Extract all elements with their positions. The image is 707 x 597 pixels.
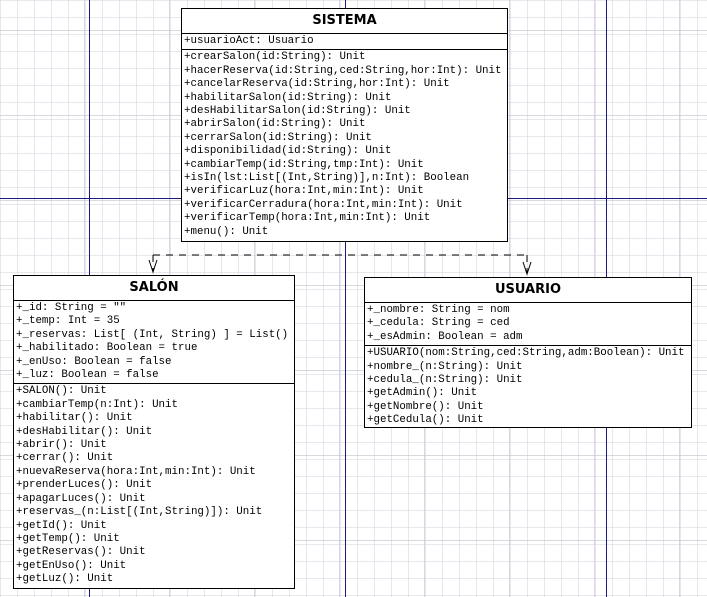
method-row: +getEnUso(): Unit	[16, 559, 127, 572]
method-row: +verificarLuz(hora:Int,min:Int): Unit	[184, 185, 424, 198]
attribute-row: +_enUso: Boolean = false	[16, 355, 172, 368]
class-name: USUARIO	[365, 278, 691, 303]
method-row: +SALON(): Unit	[16, 385, 107, 398]
method-row: +getId(): Unit	[16, 519, 107, 532]
method-row: +cancelarReserva(id:String,hor:Int): Uni…	[184, 78, 450, 91]
method-row: +menu(): Unit	[184, 225, 269, 238]
method-row: +nuevaReserva(hora:Int,min:Int): Unit	[16, 465, 256, 478]
method-row: +isIn(lst:List[(Int,String)],n:Int): Boo…	[184, 172, 470, 185]
method-row: +USUARIO(nom:String,ced:String,adm:Boole…	[367, 347, 685, 360]
methods-section: +USUARIO(nom:String,ced:String,adm:Boole…	[365, 345, 691, 428]
attributes-section: +_nombre: String = nom +_cedula: String =…	[365, 303, 691, 345]
method-row: +desHabilitar(): Unit	[16, 425, 153, 438]
attribute-row: +_luz: Boolean = false	[16, 369, 159, 382]
method-row: +hacerReserva(id:String,ced:String,hor:I…	[184, 64, 502, 77]
method-row: +crearSalon(id:String): Unit	[184, 51, 366, 64]
method-row: +getNombre(): Unit	[367, 400, 484, 413]
method-row: +desHabilitarSalon(id:String): Unit	[184, 105, 411, 118]
class-name: SISTEMA	[182, 9, 507, 34]
methods-section: +SALON(): Unit +cambiarTemp(n:Int): Unit +…	[14, 383, 294, 587]
method-row: +reservas_(n:List[(Int,String)]): Unit	[16, 506, 263, 519]
method-row: +cambiarTemp(id:String,tmp:Int): Unit	[184, 158, 424, 171]
class-salon[interactable]: SALÓN +_id: String = "" +_temp: Int = 35 +…	[13, 275, 295, 589]
attribute-row: +usuarioAct: Usuario	[184, 35, 314, 47]
method-row: +nombre_(n:String): Unit	[367, 360, 523, 373]
class-sistema[interactable]: SISTEMA +usuarioAct: Usuario +crearSalon…	[181, 8, 508, 242]
method-row: +cedula_(n:String): Unit	[367, 374, 523, 387]
attribute-row: +_cedula: String = ced	[367, 317, 510, 330]
method-row: +getLuz(): Unit	[16, 573, 114, 586]
attribute-row: +_temp: Int = 35	[16, 315, 120, 328]
methods-section: +crearSalon(id:String): Unit +hacerReserv…	[182, 49, 507, 240]
diagram-canvas: SISTEMA +usuarioAct: Usuario +crearSalon…	[0, 0, 707, 597]
method-row: +prenderLuces(): Unit	[16, 479, 153, 492]
attribute-row: +_reservas: List[ (Int, String) ] = List…	[16, 328, 289, 341]
attributes-section: +usuarioAct: Usuario	[182, 34, 507, 49]
attribute-row: +_id: String = ""	[16, 302, 127, 314]
attribute-row: +_esAdmin: Boolean = adm	[367, 330, 523, 343]
class-name: SALÓN	[14, 276, 294, 301]
method-row: +getTemp(): Unit	[16, 532, 120, 545]
method-row: +cerrar(): Unit	[16, 452, 114, 465]
method-row: +cambiarTemp(n:Int): Unit	[16, 398, 178, 411]
method-row: +getAdmin(): Unit	[367, 387, 478, 400]
attribute-row: +_nombre: String = nom	[367, 304, 510, 316]
attributes-section: +_id: String = "" +_temp: Int = 35 +_reser…	[14, 301, 294, 383]
attribute-row: +_habilitado: Boolean = true	[16, 342, 198, 355]
class-usuario[interactable]: USUARIO +_nombre: String = nom +_cedula: …	[364, 277, 692, 428]
method-row: +abrirSalon(id:String): Unit	[184, 118, 366, 131]
method-row: +habilitar(): Unit	[16, 412, 133, 425]
method-row: +apagarLuces(): Unit	[16, 492, 146, 505]
method-row: +verificarCerradura(hora:Int,min:Int): U…	[184, 198, 463, 211]
method-row: +cerrarSalon(id:String): Unit	[184, 131, 372, 144]
method-row: +abrir(): Unit	[16, 439, 107, 452]
method-row: +getReservas(): Unit	[16, 546, 146, 559]
method-row: +verificarTemp(hora:Int,min:Int): Unit	[184, 212, 431, 225]
method-row: +habilitarSalon(id:String): Unit	[184, 91, 392, 104]
method-row: +disponibilidad(id:String): Unit	[184, 145, 392, 158]
method-row: +getCedula(): Unit	[367, 414, 484, 427]
